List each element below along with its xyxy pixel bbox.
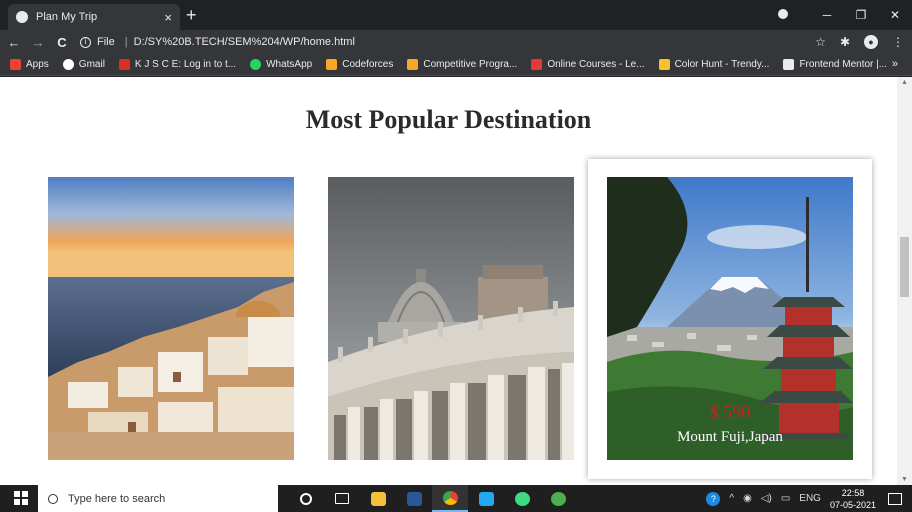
keyboard-icon[interactable]: ▭ bbox=[781, 493, 790, 504]
bookmark-kjsce[interactable]: K J S C E: Log in to t... bbox=[118, 59, 236, 70]
restore-icon[interactable]: ❐ bbox=[844, 8, 878, 22]
tab-title: Plan My Trip bbox=[36, 11, 98, 23]
word-icon[interactable] bbox=[396, 485, 432, 512]
bookmark-star-icon[interactable]: ☆ bbox=[815, 35, 826, 49]
volume-icon[interactable]: ◁) bbox=[761, 493, 772, 504]
url-text[interactable]: D:/SY%20B.TECH/SEM%204/WP/home.html bbox=[134, 36, 355, 48]
profile-indicator-icon[interactable] bbox=[776, 8, 810, 22]
bookmark-competitive-programming[interactable]: Competitive Progra... bbox=[407, 59, 517, 70]
scroll-up-icon[interactable]: ▲ bbox=[897, 79, 912, 86]
toolbar-actions: ☆ ✱ ● ⋮ bbox=[815, 30, 904, 54]
page-scrollbar[interactable]: ▲ ▼ bbox=[897, 77, 912, 485]
forward-icon[interactable]: → bbox=[28, 35, 48, 50]
google-icon bbox=[62, 59, 74, 70]
notification-icon[interactable] bbox=[888, 492, 902, 505]
page-title: Most Popular Destination bbox=[305, 105, 592, 134]
card-title: Mount Fuji,Japan bbox=[677, 429, 783, 445]
app-globe-icon[interactable] bbox=[540, 485, 576, 512]
page-content: Most Popular Destination $ 590 Mount Fuj… bbox=[0, 77, 897, 485]
minimize-icon[interactable]: ─ bbox=[810, 8, 844, 22]
kjsce-icon bbox=[118, 59, 130, 70]
whatsapp-icon bbox=[250, 59, 262, 70]
frontend-mentor-icon bbox=[783, 59, 795, 70]
url-scheme: File bbox=[97, 36, 115, 48]
destination-card-mount-fuji[interactable]: $ 590 Mount Fuji,Japan bbox=[607, 177, 853, 460]
back-icon[interactable]: ← bbox=[4, 35, 24, 50]
clock-time: 22:58 bbox=[841, 487, 865, 498]
cortana-icon[interactable] bbox=[288, 485, 324, 512]
destination-card-santorini[interactable] bbox=[48, 177, 294, 460]
destination-card-vatican[interactable] bbox=[328, 177, 574, 460]
chrome-icon[interactable] bbox=[432, 485, 468, 512]
st-peters-basilica-image bbox=[328, 177, 574, 460]
tab-close-icon[interactable]: × bbox=[164, 10, 172, 25]
browser-tab[interactable]: Plan My Trip × bbox=[8, 4, 180, 30]
bookmarks-bar: Apps Gmail K J S C E: Log in to t... Wha… bbox=[0, 54, 912, 76]
browser-tab-bar: Plan My Trip × + ─ ❐ ✕ bbox=[0, 0, 912, 30]
taskbar-apps bbox=[288, 485, 576, 512]
tray-chevron-icon[interactable]: ^ bbox=[729, 493, 734, 504]
bookmarks-overflow-icon[interactable]: » bbox=[892, 58, 898, 70]
scroll-thumb[interactable] bbox=[900, 237, 909, 297]
bookmark-gmail[interactable]: Gmail bbox=[62, 59, 105, 70]
file-explorer-icon[interactable] bbox=[360, 485, 396, 512]
network-icon[interactable]: ◉ bbox=[743, 493, 752, 504]
menu-icon[interactable]: ⋮ bbox=[892, 35, 904, 49]
reload-icon[interactable]: C bbox=[52, 35, 72, 50]
clock[interactable]: 22:58 07-05-2021 bbox=[830, 487, 876, 511]
bookmark-whatsapp[interactable]: WhatsApp bbox=[250, 59, 312, 70]
url-separator: | bbox=[124, 36, 128, 48]
info-icon[interactable]: i bbox=[80, 36, 91, 48]
browser-toolbar: ← → C i File | D:/SY%20B.TECH/SEM%204/WP… bbox=[0, 30, 912, 54]
taskbar-search-placeholder: Type here to search bbox=[68, 492, 166, 505]
santorini-image bbox=[48, 177, 294, 460]
task-view-icon[interactable] bbox=[324, 485, 360, 512]
apps-grid-icon bbox=[10, 59, 21, 70]
bookmark-codeforces[interactable]: Codeforces bbox=[326, 59, 393, 70]
card-price: $ 590 bbox=[709, 402, 751, 422]
system-tray: ? ^ ◉ ◁) ▭ ENG 22:58 07-05-2021 bbox=[706, 485, 912, 512]
language-indicator[interactable]: ENG bbox=[799, 493, 821, 504]
vscode-icon[interactable] bbox=[468, 485, 504, 512]
app-green-icon[interactable] bbox=[504, 485, 540, 512]
globe-icon bbox=[16, 11, 28, 23]
window-controls: ─ ❐ ✕ bbox=[776, 0, 912, 30]
bookmark-online-courses[interactable]: Online Courses - Le... bbox=[531, 59, 645, 70]
profile-avatar-icon[interactable]: ● bbox=[864, 35, 878, 49]
bookmark-color-hunt[interactable]: Color Hunt - Trendy... bbox=[658, 59, 769, 70]
address-bar[interactable]: i File | D:/SY%20B.TECH/SEM%204/WP/home.… bbox=[80, 32, 840, 52]
close-window-icon[interactable]: ✕ bbox=[878, 8, 912, 22]
cc-icon bbox=[407, 59, 419, 70]
courses-icon bbox=[531, 59, 543, 70]
clock-date: 07-05-2021 bbox=[829, 499, 876, 510]
codeforces-icon bbox=[326, 59, 338, 70]
bookmark-apps[interactable]: Apps bbox=[10, 59, 49, 70]
help-icon[interactable]: ? bbox=[706, 491, 721, 506]
windows-taskbar: Type here to search ? ^ ◉ ◁) ▭ ENG 22:58… bbox=[0, 485, 912, 512]
windows-start-icon[interactable] bbox=[14, 491, 28, 505]
color-hunt-icon bbox=[658, 59, 670, 70]
extensions-icon[interactable]: ✱ bbox=[840, 35, 850, 49]
new-tab-button[interactable]: + bbox=[186, 6, 197, 24]
taskbar-search[interactable]: Type here to search bbox=[38, 485, 278, 512]
bookmark-frontend-mentor[interactable]: Frontend Mentor |... bbox=[783, 59, 887, 70]
search-icon bbox=[48, 493, 58, 504]
scroll-down-icon[interactable]: ▼ bbox=[897, 476, 912, 483]
